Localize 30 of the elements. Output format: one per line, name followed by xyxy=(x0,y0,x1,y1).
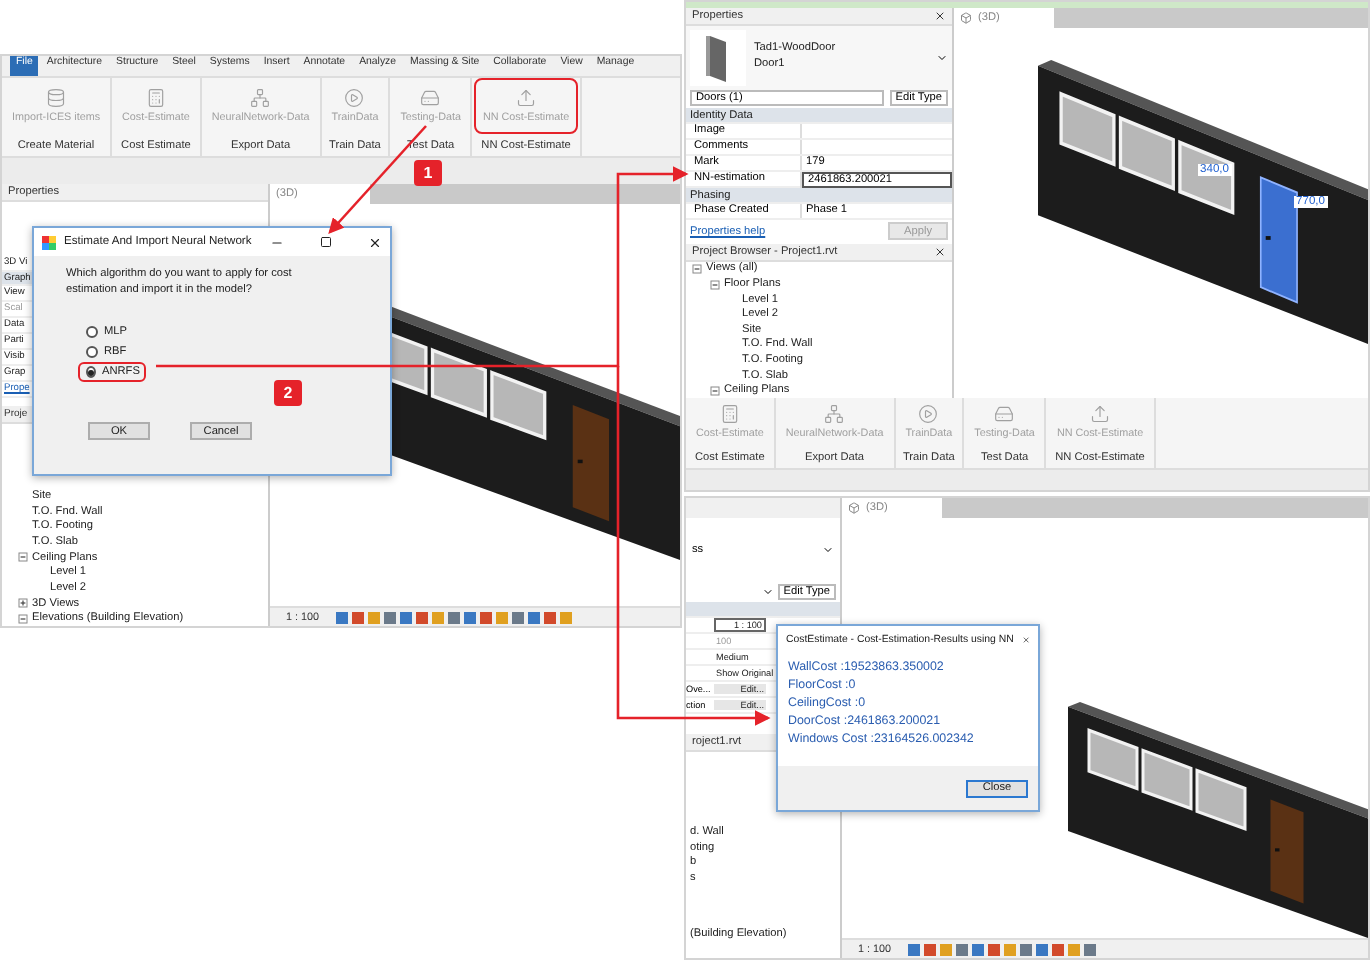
app-icon xyxy=(42,235,56,249)
close-icon[interactable] xyxy=(934,9,946,22)
close-icon[interactable] xyxy=(934,245,946,258)
network-icon xyxy=(824,404,845,424)
step-badge: 2 xyxy=(274,380,302,406)
view-cube-icon xyxy=(848,502,860,514)
calculator-icon xyxy=(145,88,166,108)
upload-icon xyxy=(516,88,537,108)
drive-icon xyxy=(420,88,441,108)
play-icon xyxy=(344,88,365,108)
dropdown-icon[interactable] xyxy=(822,544,834,556)
upload-icon xyxy=(1090,404,1110,424)
play-icon xyxy=(918,404,939,424)
database-icon xyxy=(46,88,67,108)
close-icon[interactable] xyxy=(368,235,382,249)
maximize-icon[interactable] xyxy=(320,236,332,248)
collapse-icon[interactable] xyxy=(710,385,720,396)
collapse-icon[interactable] xyxy=(692,263,702,274)
view-cube-icon xyxy=(960,12,972,24)
drive-icon xyxy=(994,404,1015,424)
collapse-icon[interactable] xyxy=(18,613,28,624)
collapse-icon[interactable] xyxy=(710,279,720,290)
view-controls-icon[interactable] xyxy=(335,611,575,623)
step-badge: 1 xyxy=(414,160,442,186)
network-icon xyxy=(250,88,271,108)
dropdown-icon[interactable] xyxy=(761,586,774,598)
calculator-icon xyxy=(719,404,740,424)
dropdown-icon[interactable] xyxy=(936,51,948,64)
expand-icon[interactable] xyxy=(18,598,28,609)
collapse-icon[interactable] xyxy=(18,552,28,563)
